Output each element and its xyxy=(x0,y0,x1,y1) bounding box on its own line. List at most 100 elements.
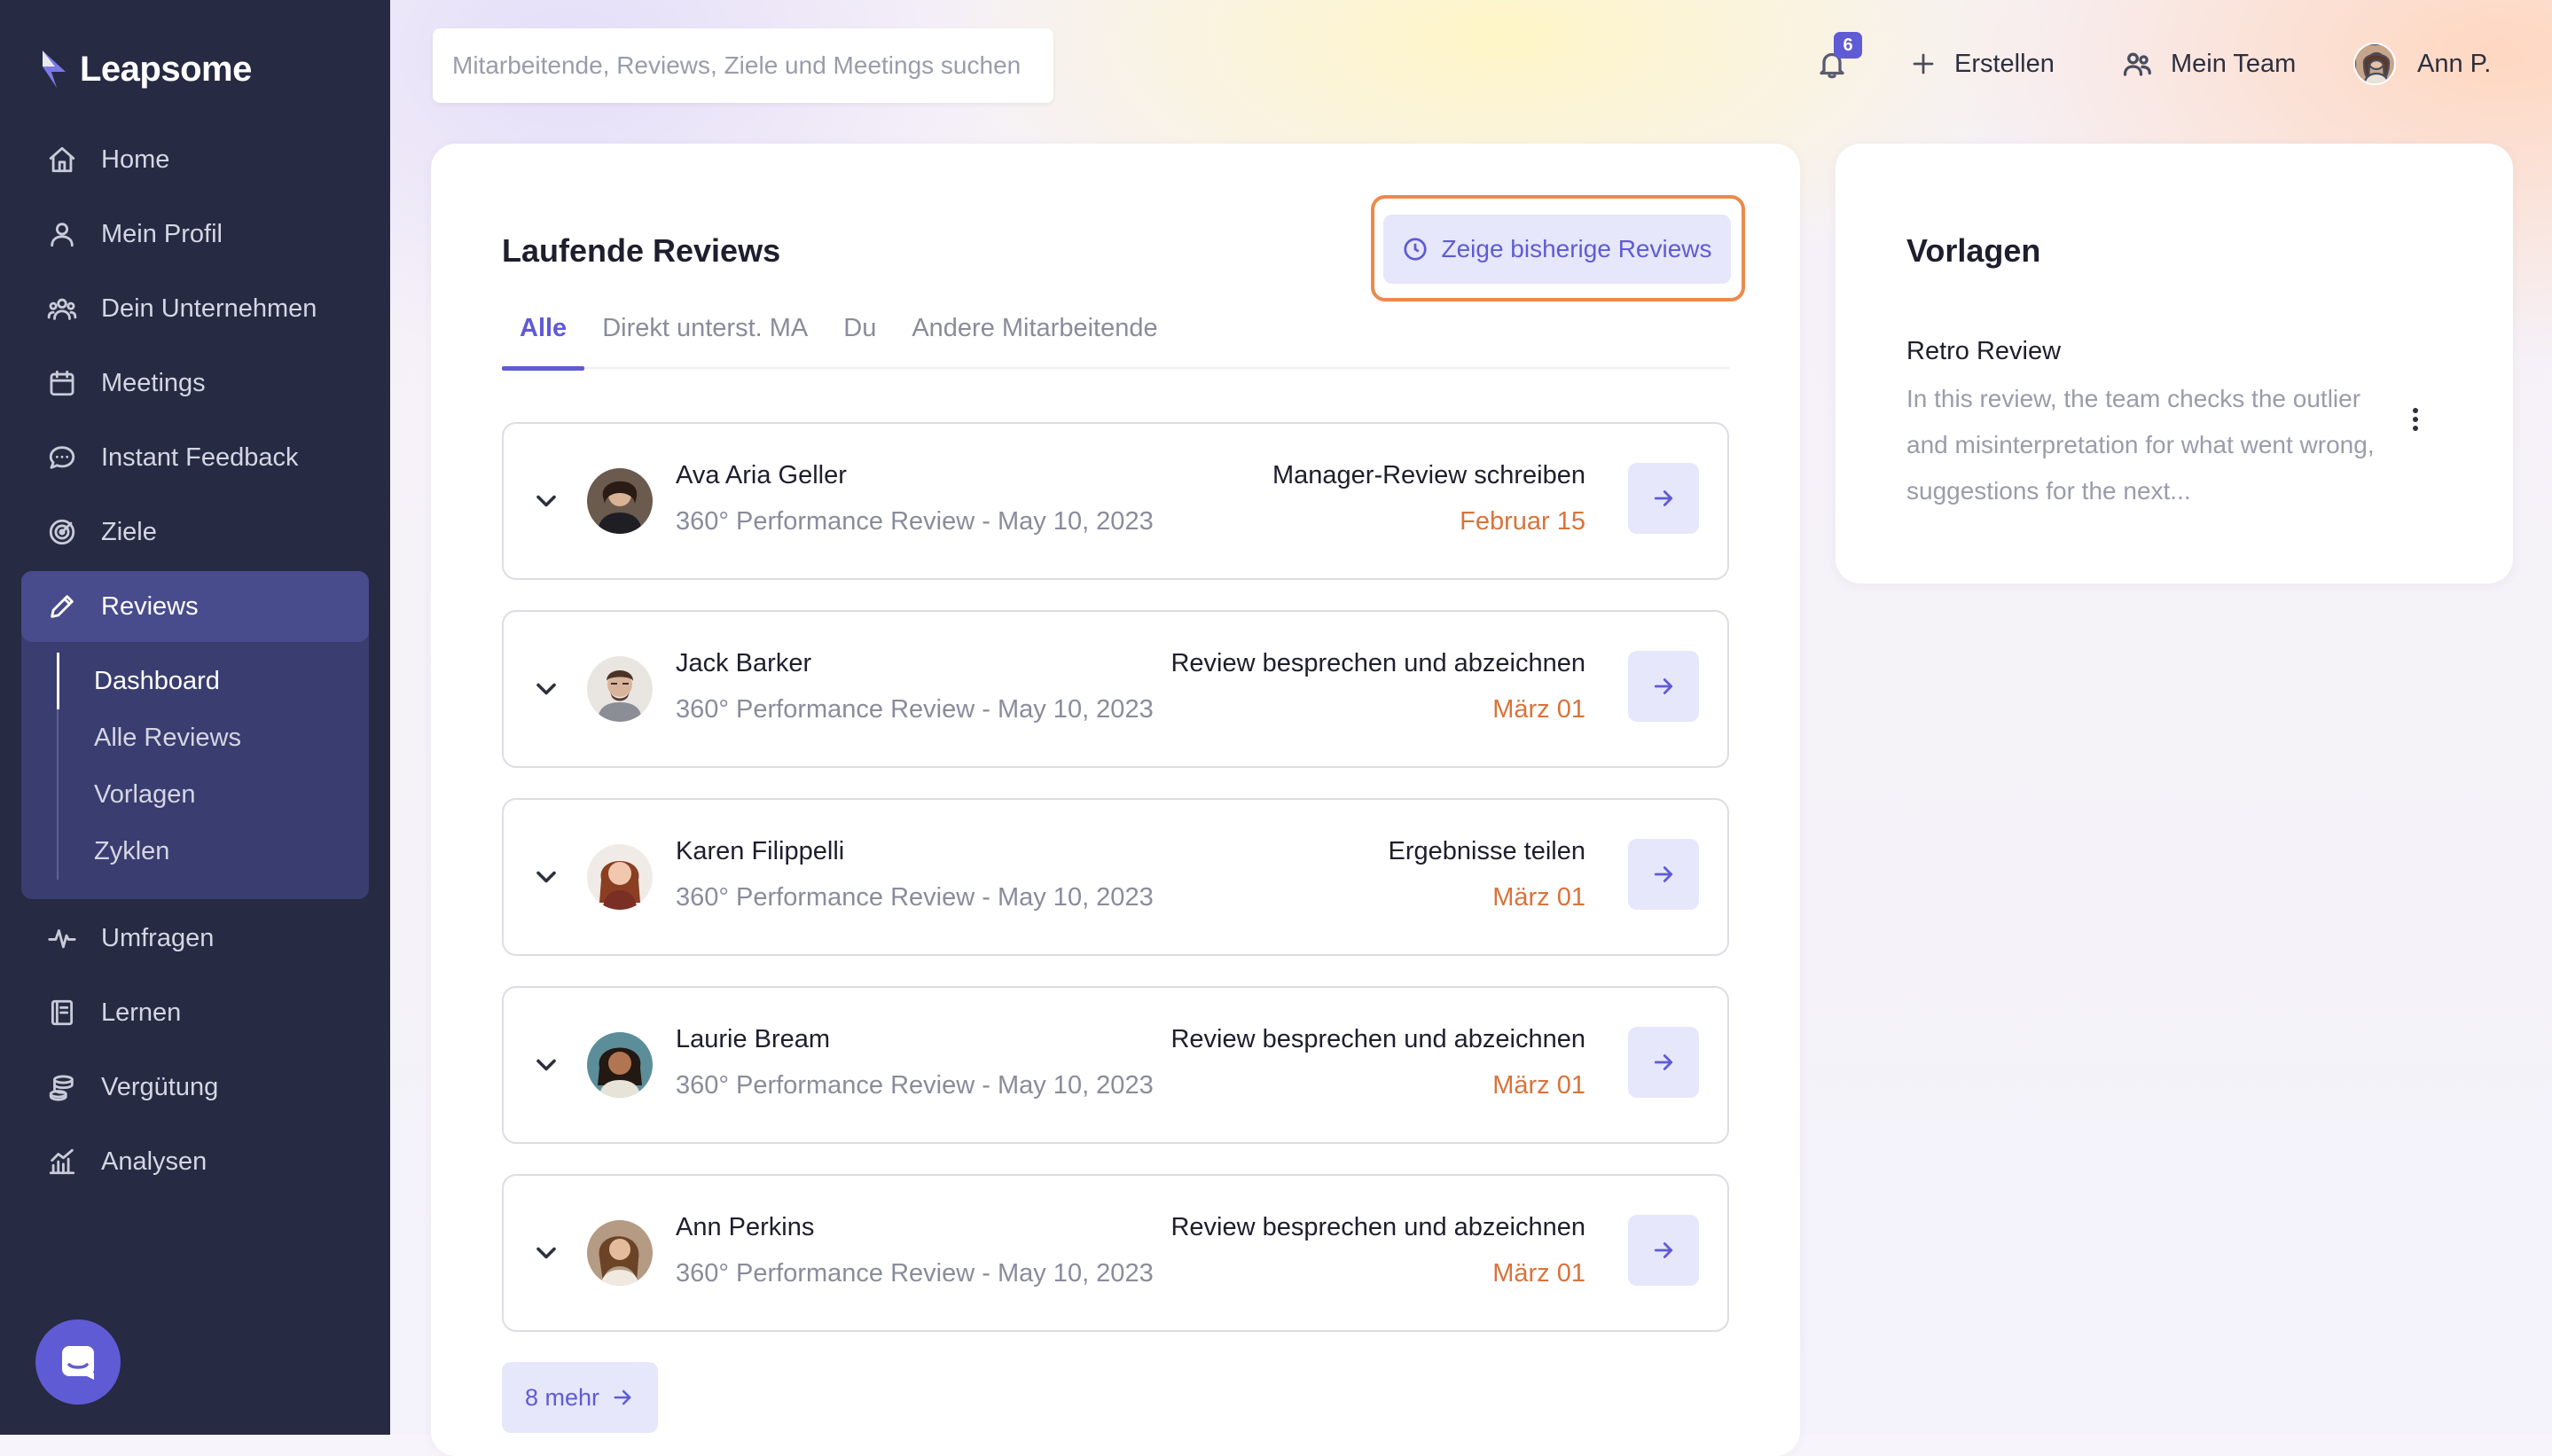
nav-item-umfragen[interactable]: Umfragen xyxy=(21,903,369,974)
arrow-right-icon xyxy=(1654,490,1673,506)
arrow-right-icon xyxy=(614,1389,631,1405)
review-row[interactable]: Ava Aria Geller 360° Performance Review … xyxy=(502,422,1729,580)
subnav-item-alle-reviews[interactable]: Alle Reviews xyxy=(59,709,369,766)
create-label: Erstellen xyxy=(1954,49,2055,78)
employee-name: Ann Perkins xyxy=(676,1213,815,1241)
nav-item-analysen[interactable]: Analysen xyxy=(21,1126,369,1197)
show-more-button[interactable]: 8 mehr xyxy=(502,1362,658,1433)
chat-icon xyxy=(62,1346,94,1380)
avatar xyxy=(587,468,653,534)
open-review-button[interactable] xyxy=(1628,463,1699,534)
nav-item-meetings[interactable]: Meetings xyxy=(21,348,369,419)
global-search[interactable] xyxy=(433,28,1053,103)
reviews-nav-group: Reviews Dashboard Alle Reviews Vorlagen … xyxy=(21,571,369,899)
subnav-item-dashboard[interactable]: Dashboard xyxy=(57,653,369,709)
review-row[interactable]: Laurie Bream 360° Performance Review - M… xyxy=(502,986,1729,1144)
tab-alle[interactable]: Alle xyxy=(502,305,585,371)
open-review-button[interactable] xyxy=(1628,839,1699,910)
tab-direkt-unterstellte[interactable]: Direkt unterst. MA xyxy=(584,305,826,369)
subnav-item-vorlagen[interactable]: Vorlagen xyxy=(59,766,369,823)
running-reviews-title: Laufende Reviews xyxy=(502,232,781,269)
show-past-reviews-label: Zeige bisherige Reviews xyxy=(1441,235,1712,262)
chevron-down-icon[interactable] xyxy=(530,485,562,517)
next-step: Review besprechen und abzeichnen xyxy=(1170,1025,1585,1053)
subnav-item-zyklen[interactable]: Zyklen xyxy=(59,823,369,880)
chevron-down-icon[interactable] xyxy=(530,1049,562,1081)
my-team-button[interactable]: Mein Team xyxy=(2121,44,2296,83)
nav-item-mein-profil[interactable]: Mein Profil xyxy=(21,199,369,270)
template-more-menu-icon[interactable] xyxy=(2398,397,2433,442)
nav-item-instant-feedback[interactable]: Instant Feedback xyxy=(21,422,369,493)
main-navigation: Home Mein Profil Dein Unternehmen Meetin… xyxy=(21,124,369,1201)
avatar xyxy=(2353,43,2396,85)
sidebar: Leapsome Home Mein Profil Dein Unternehm… xyxy=(0,0,390,1435)
nav-item-home[interactable]: Home xyxy=(21,124,369,195)
employee-name: Jack Barker xyxy=(676,649,812,677)
nav-item-label: Analysen xyxy=(101,1147,207,1176)
logo[interactable]: Leapsome xyxy=(39,44,252,94)
avatar xyxy=(587,1032,653,1098)
nav-item-ziele[interactable]: Ziele xyxy=(21,497,369,568)
analytics-icon xyxy=(46,1146,78,1178)
due-date: März 01 xyxy=(1492,1259,1585,1288)
avatar xyxy=(587,1220,653,1286)
chat-icon xyxy=(46,442,78,474)
arrow-right-icon xyxy=(1654,1054,1673,1070)
template-name[interactable]: Retro Review xyxy=(1906,337,2061,366)
support-chat-button[interactable] xyxy=(35,1319,121,1405)
chevron-down-icon[interactable] xyxy=(530,861,562,893)
next-step: Review besprechen und abzeichnen xyxy=(1170,649,1585,677)
nav-item-verguetung[interactable]: Vergütung xyxy=(21,1052,369,1123)
notification-count-badge: 6 xyxy=(1834,32,1862,59)
user-menu[interactable]: Ann P. xyxy=(2353,43,2492,85)
nav-item-reviews[interactable]: Reviews xyxy=(21,571,369,642)
calendar-icon xyxy=(46,367,78,399)
show-past-reviews-button[interactable]: Zeige bisherige Reviews xyxy=(1383,215,1731,284)
team-icon xyxy=(2123,52,2151,76)
brand-name: Leapsome xyxy=(80,49,252,89)
user-name: Ann P. xyxy=(2417,49,2492,78)
nav-item-label: Dein Unternehmen xyxy=(101,294,317,323)
templates-title: Vorlagen xyxy=(1906,232,2041,269)
tab-du[interactable]: Du xyxy=(826,305,894,369)
nav-item-dein-unternehmen[interactable]: Dein Unternehmen xyxy=(21,273,369,344)
review-cycle: 360° Performance Review - May 10, 2023 xyxy=(676,1259,1154,1288)
pulse-icon xyxy=(46,922,78,954)
nav-item-lernen[interactable]: Lernen xyxy=(21,977,369,1048)
review-cycle: 360° Performance Review - May 10, 2023 xyxy=(676,1071,1154,1100)
tab-andere-mitarbeitende[interactable]: Andere Mitarbeitende xyxy=(894,305,1175,369)
nav-item-label: Ziele xyxy=(101,517,157,546)
review-row[interactable]: Jack Barker 360° Performance Review - Ma… xyxy=(502,610,1729,768)
next-step: Manager-Review schreiben xyxy=(1272,461,1585,489)
show-more-label: 8 mehr xyxy=(524,1383,600,1411)
nav-item-label: Umfragen xyxy=(101,923,215,952)
chevron-down-icon[interactable] xyxy=(530,673,562,705)
review-row[interactable]: Ann Perkins 360° Performance Review - Ma… xyxy=(502,1174,1729,1332)
next-step: Review besprechen und abzeichnen xyxy=(1170,1213,1585,1241)
users-icon xyxy=(46,293,78,325)
arrow-right-icon xyxy=(1654,678,1673,694)
review-row[interactable]: Karen Filippelli 360° Performance Review… xyxy=(502,798,1729,956)
employee-name: Laurie Bream xyxy=(676,1025,831,1053)
review-filter-tabs: Alle Direkt unterst. MA Du Andere Mitarb… xyxy=(502,305,1729,371)
reviews-subnav: Dashboard Alle Reviews Vorlagen Zyklen xyxy=(57,653,369,880)
create-button[interactable]: Erstellen xyxy=(1910,44,2055,83)
open-review-button[interactable] xyxy=(1628,1215,1699,1286)
nav-item-label: Vergütung xyxy=(101,1072,219,1101)
arrow-right-icon xyxy=(1654,1242,1673,1258)
my-team-label: Mein Team xyxy=(2171,49,2297,78)
home-icon xyxy=(46,144,78,176)
nav-item-label: Meetings xyxy=(101,368,206,397)
nav-item-label: Reviews xyxy=(101,591,199,621)
avatar xyxy=(587,656,653,722)
review-cycle: 360° Performance Review - May 10, 2023 xyxy=(676,507,1154,536)
open-review-button[interactable] xyxy=(1628,1027,1699,1098)
nav-item-label: Instant Feedback xyxy=(101,442,299,472)
due-date: März 01 xyxy=(1492,883,1585,912)
open-review-button[interactable] xyxy=(1628,651,1699,722)
employee-name: Ava Aria Geller xyxy=(676,461,847,489)
search-input[interactable] xyxy=(450,51,1053,81)
clock-icon xyxy=(1404,238,1428,261)
chevron-down-icon[interactable] xyxy=(530,1237,562,1269)
nav-item-label: Home xyxy=(101,145,170,174)
